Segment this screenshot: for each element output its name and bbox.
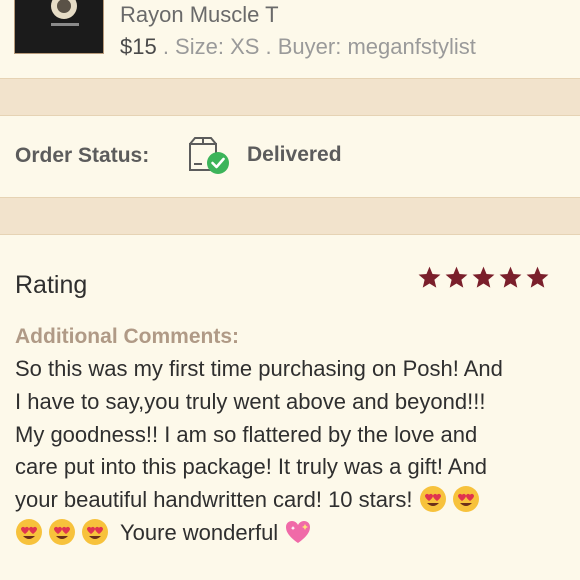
comment-line: My goodness!! I am so flattered by the l… <box>15 421 478 447</box>
listing-card[interactable]: Rayon Muscle T $15 . Size: XS . Buyer: m… <box>0 0 580 78</box>
comment-line: care put into this package! It truly was… <box>15 454 488 480</box>
heart-eyes-emoji-icon <box>16 518 42 545</box>
star-icon <box>445 266 468 288</box>
heart-eyes-emoji-icon <box>82 518 108 545</box>
listing-title[interactable]: Rayon Muscle T <box>120 2 279 28</box>
comment-line-with-emoji: your beautiful handwritten card! 10 star… <box>15 484 575 517</box>
comment-line-text: your beautiful handwritten card! 10 star… <box>15 487 413 513</box>
comment-line: So this was my first time purchasing on … <box>15 356 503 381</box>
sparkling-heart-icon <box>286 520 311 543</box>
comment-line-with-emoji: Youre wonderful <box>15 517 575 550</box>
order-status-label: Order Status: <box>15 144 150 167</box>
rating-title: Rating <box>15 271 88 299</box>
heart-eyes-emoji-icon <box>419 486 446 513</box>
comment-tail-text: Youre wonderful <box>120 519 279 545</box>
listing-thumbnail[interactable] <box>14 0 104 54</box>
star-icon <box>499 266 522 288</box>
heart-eyes-emoji-icon <box>49 518 75 545</box>
order-status-value: Delivered <box>247 143 342 166</box>
star-icon <box>472 266 495 288</box>
section-divider <box>0 197 580 235</box>
additional-comments-label: Additional Comments: <box>15 325 239 348</box>
rating-section: Rating Additional Comments: So this was … <box>0 235 580 580</box>
delivered-box-check-icon <box>189 137 229 174</box>
listing-size-buyer: . Size: XS . Buyer: meganfstylist <box>156 34 476 59</box>
comment-text: So this was my first time purchasing on … <box>15 353 575 550</box>
section-divider <box>0 78 580 116</box>
comment-line: I have to say,you truly went above and b… <box>15 388 486 414</box>
star-rating <box>417 265 550 293</box>
order-status-row: Order Status: Delivered <box>0 116 580 197</box>
listing-price: $15 <box>120 34 157 59</box>
star-icon <box>526 266 549 288</box>
heart-eyes-emoji-icon <box>452 486 479 513</box>
shirt-graphic-text <box>51 23 79 26</box>
listing-meta: $15 . Size: XS . Buyer: meganfstylist <box>120 34 476 60</box>
star-icon <box>418 266 441 288</box>
